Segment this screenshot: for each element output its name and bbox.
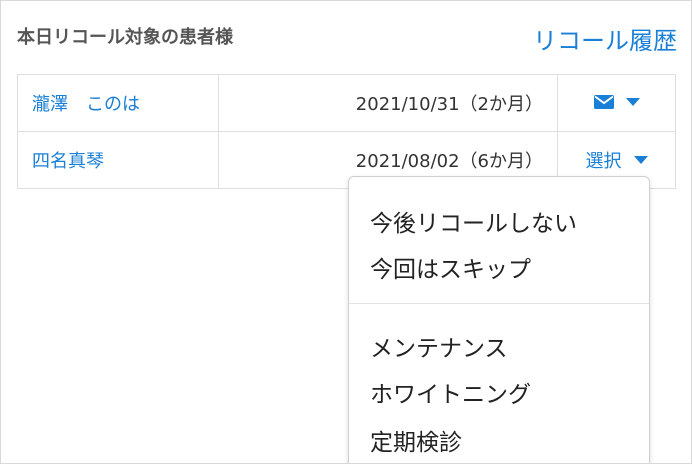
menu-item-maintenance[interactable]: メンテナンス <box>370 329 508 363</box>
table-row: 瀧澤 このは 2021/10/31（2か月） <box>17 74 676 132</box>
dropdown-menu: 今後リコールしない 今回はスキップ メンテナンス ホワイトニング 定期検診 <box>348 176 650 463</box>
menu-item-regular-checkup[interactable]: 定期検診 <box>370 423 462 457</box>
patient-name-link[interactable]: 四名真琴 <box>32 151 104 172</box>
recall-table: 瀧澤 このは 2021/10/31（2か月） 四名真琴 2021/08/02（6… <box>17 74 676 189</box>
menu-divider <box>349 303 649 304</box>
mail-dropdown-button[interactable] <box>593 94 640 109</box>
menu-item-whitening[interactable]: ホワイトニング <box>370 375 531 409</box>
select-label: 選択 <box>585 151 622 172</box>
patient-name-link[interactable]: 瀧澤 このは <box>32 94 140 115</box>
panel-title: 本日リコール対象の患者様 <box>17 27 233 48</box>
menu-item-skip-this-time[interactable]: 今回はスキップ <box>370 250 531 284</box>
mail-icon <box>593 94 614 109</box>
recall-date: 2021/10/31（2か月） <box>218 74 558 132</box>
chevron-down-icon <box>633 156 648 164</box>
recall-panel: 本日リコール対象の患者様 リコール履歴 瀧澤 このは 2021/10/31（2か… <box>0 0 692 464</box>
recall-history-link[interactable]: リコール履歴 <box>533 21 677 56</box>
select-dropdown-button[interactable]: 選択 <box>586 147 648 173</box>
chevron-down-icon <box>625 97 640 106</box>
menu-item-no-future-recall[interactable]: 今後リコールしない <box>370 204 577 238</box>
